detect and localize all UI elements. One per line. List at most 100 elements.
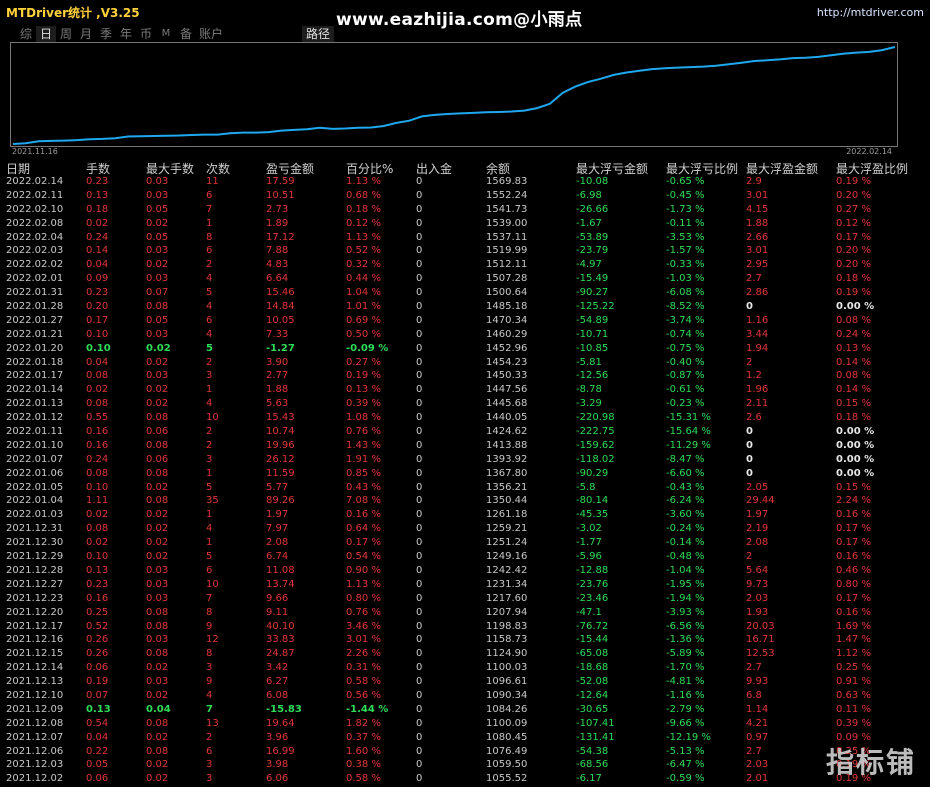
- table-cell: 7.88: [266, 245, 289, 257]
- table-cell: 2022.01.06: [6, 467, 64, 479]
- table-cell: 0: [416, 564, 423, 576]
- tab-1[interactable]: 日: [36, 26, 56, 42]
- table-row[interactable]: 2021.12.02 0.06 0.02 3 6.06 0.58 % 0 1055.52 -6.…: [0, 772, 930, 786]
- table-row[interactable]: 2022.01.20 0.10 0.02 5 -1.27 -0.09 % 0 1452.96 -…: [0, 342, 930, 356]
- table-cell: 2022.01.03: [6, 509, 64, 521]
- table-row[interactable]: 2022.02.04 0.24 0.05 8 17.12 1.13 % 0 1537.11 -5…: [0, 231, 930, 245]
- table-cell: 3.96: [266, 731, 289, 743]
- tab-0[interactable]: 综: [16, 26, 36, 42]
- table-cell: 0: [416, 273, 423, 285]
- table-cell: 0: [416, 759, 423, 771]
- table-row[interactable]: 2022.01.21 0.10 0.03 4 7.33 0.50 % 0 1460.29 -10…: [0, 328, 930, 342]
- table-row[interactable]: 2021.12.03 0.05 0.02 3 3.98 0.38 % 0 1059.50 -68…: [0, 758, 930, 772]
- table-row[interactable]: 2021.12.10 0.07 0.02 4 6.08 0.56 % 0 1090.34 -12…: [0, 689, 930, 703]
- table-cell: -4.97: [576, 259, 602, 271]
- table-row[interactable]: 2022.01.07 0.24 0.06 3 26.12 1.91 % 0 1393.92 -1…: [0, 453, 930, 467]
- table-cell: 1.2: [746, 370, 762, 382]
- table-row[interactable]: 2022.02.01 0.09 0.03 4 6.64 0.44 % 0 1507.28 -15…: [0, 272, 930, 286]
- table-cell: 0.04: [146, 703, 171, 715]
- table-cell: 0.23: [86, 287, 109, 299]
- table-cell: 1.01 %: [346, 301, 381, 313]
- table-cell: 0.06: [86, 773, 109, 785]
- table-cell: 0.17 %: [346, 537, 381, 549]
- table-row[interactable]: 2021.12.08 0.54 0.08 13 19.64 1.82 % 0 1100.09 -…: [0, 717, 930, 731]
- table-cell: 0.02: [86, 384, 109, 396]
- table-cell: 1076.49: [486, 745, 528, 757]
- table-row[interactable]: 2021.12.13 0.19 0.03 9 6.27 0.58 % 0 1096.61 -52…: [0, 675, 930, 689]
- table-row[interactable]: 2022.02.14 0.23 0.03 11 17.59 1.13 % 0 1569.83 -…: [0, 175, 930, 189]
- tab-4[interactable]: 季: [96, 26, 116, 42]
- table-row[interactable]: 2021.12.29 0.10 0.02 5 6.74 0.54 % 0 1249.16 -5.…: [0, 550, 930, 564]
- table-row[interactable]: 2022.02.03 0.14 0.03 6 7.88 0.52 % 0 1519.99 -23…: [0, 244, 930, 258]
- tab-9[interactable]: 账户: [196, 26, 226, 42]
- table-row[interactable]: 2022.01.11 0.16 0.06 2 10.74 0.76 % 0 1424.62 -2…: [0, 425, 930, 439]
- table-row[interactable]: 2022.01.03 0.02 0.02 1 1.97 0.16 % 0 1261.18 -45…: [0, 508, 930, 522]
- table-cell: -15.49: [576, 273, 609, 285]
- table-cell: 0.08: [146, 717, 169, 729]
- table-row[interactable]: 2022.02.08 0.02 0.02 1 1.89 0.12 % 0 1539.00 -1.…: [0, 217, 930, 231]
- table-cell: 0: [416, 370, 423, 382]
- table-row[interactable]: 2022.01.04 1.11 0.08 35 89.26 7.08 % 0 1350.44 -…: [0, 494, 930, 508]
- table-row[interactable]: 2022.01.13 0.08 0.02 4 5.63 0.39 % 0 1445.68 -3.…: [0, 397, 930, 411]
- table-row[interactable]: 2021.12.06 0.22 0.08 6 16.99 1.60 % 0 1076.49 -5…: [0, 745, 930, 759]
- table-cell: 0.17: [86, 314, 109, 326]
- table-row[interactable]: 2022.02.10 0.18 0.05 7 2.73 0.18 % 0 1541.73 -26…: [0, 203, 930, 217]
- tab-8[interactable]: 备: [176, 26, 196, 42]
- table-cell: 2.6: [746, 412, 762, 424]
- table-cell: 0: [416, 426, 423, 438]
- table-row[interactable]: 2022.01.18 0.04 0.02 2 3.90 0.27 % 0 1454.23 -5.…: [0, 356, 930, 370]
- table-cell: 2022.01.11: [6, 426, 64, 438]
- tab-5[interactable]: 年: [116, 26, 136, 42]
- table-row[interactable]: 2021.12.09 0.13 0.04 7 -15.83 -1.44 % 0 1084.26…: [0, 703, 930, 717]
- table-row[interactable]: 2021.12.15 0.26 0.08 8 24.87 2.26 % 0 1124.90 -6…: [0, 647, 930, 661]
- tab-2[interactable]: 周: [56, 26, 76, 42]
- table-cell: 1261.18: [486, 509, 528, 521]
- table-cell: 2021.12.06: [6, 745, 64, 757]
- table-cell: 1.88: [746, 217, 769, 229]
- table-row[interactable]: 2021.12.20 0.25 0.08 8 9.11 0.76 % 0 1207.94 -47…: [0, 606, 930, 620]
- table-row[interactable]: 2021.12.16 0.26 0.03 12 33.83 3.01 % 0 1158.73 -…: [0, 633, 930, 647]
- table-row[interactable]: 2022.01.17 0.08 0.03 3 2.77 0.19 % 0 1450.33 -12…: [0, 369, 930, 383]
- table-row[interactable]: 2021.12.31 0.08 0.02 4 7.97 0.64 % 0 1259.21 -3.…: [0, 522, 930, 536]
- table-cell: -12.88: [576, 564, 609, 576]
- table-row[interactable]: 2022.01.12 0.55 0.08 10 15.43 1.08 % 0 1440.05 -…: [0, 411, 930, 425]
- table-row[interactable]: 2021.12.28 0.13 0.03 6 11.08 0.90 % 0 1242.42 -1…: [0, 564, 930, 578]
- table-row[interactable]: 2022.01.05 0.10 0.02 5 5.77 0.43 % 0 1356.21 -5.…: [0, 481, 930, 495]
- table-cell: 9: [206, 620, 213, 632]
- table-cell: 3.90: [266, 356, 289, 368]
- table-cell: 6.74: [266, 551, 289, 563]
- table-row[interactable]: 2022.01.14 0.02 0.02 1 1.88 0.13 % 0 1447.56 -8.…: [0, 383, 930, 397]
- table-cell: 3: [206, 453, 213, 465]
- homepage-link[interactable]: http://mtdriver.com: [817, 6, 924, 19]
- table-cell: 0.10: [86, 481, 109, 493]
- table-row[interactable]: 2022.02.02 0.04 0.02 2 4.83 0.32 % 0 1512.11 -4.…: [0, 258, 930, 272]
- table-row[interactable]: 2022.01.28 0.20 0.08 4 14.84 1.01 % 0 1485.18 -1…: [0, 300, 930, 314]
- table-cell: 5.77: [266, 481, 289, 493]
- table-cell: 3.46 %: [346, 620, 381, 632]
- tab-6[interactable]: 币: [136, 26, 156, 42]
- table-row[interactable]: 2021.12.23 0.16 0.03 7 9.66 0.80 % 0 1217.60 -23…: [0, 592, 930, 606]
- table-row[interactable]: 2021.12.17 0.52 0.08 9 40.10 3.46 % 0 1198.83 -7…: [0, 620, 930, 634]
- table-row[interactable]: 2021.12.14 0.06 0.02 3 3.42 0.31 % 0 1100.03 -18…: [0, 661, 930, 675]
- table-row[interactable]: 2021.12.27 0.23 0.03 10 13.74 1.13 % 0 1231.34 -…: [0, 578, 930, 592]
- tab-3[interactable]: 月: [76, 26, 96, 42]
- table-cell: 0.52 %: [346, 245, 381, 257]
- table-cell: 11.08: [266, 564, 295, 576]
- table-row[interactable]: 2022.01.27 0.17 0.05 6 10.05 0.69 % 0 1470.34 -5…: [0, 314, 930, 328]
- table-row[interactable]: 2022.02.11 0.13 0.03 6 10.51 0.68 % 0 1552.24 -6…: [0, 189, 930, 203]
- table-cell: 12: [206, 634, 219, 646]
- table-cell: 1445.68: [486, 398, 528, 410]
- tab-7[interactable]: M: [156, 26, 176, 42]
- table-cell: 13: [206, 717, 219, 729]
- table-row[interactable]: 2021.12.30 0.02 0.02 1 2.08 0.17 % 0 1251.24 -1.…: [0, 536, 930, 550]
- table-row[interactable]: 2022.01.31 0.23 0.07 5 15.46 1.04 % 0 1500.64 -9…: [0, 286, 930, 300]
- table-cell: 0.02: [146, 384, 169, 396]
- table-cell: 2022.02.03: [6, 245, 64, 257]
- table-cell: 0: [416, 189, 423, 201]
- tab-path[interactable]: 路径: [302, 26, 335, 42]
- table-cell: -15.44: [576, 634, 609, 646]
- table-cell: 0.14 %: [836, 384, 871, 396]
- table-row[interactable]: 2022.01.10 0.16 0.08 2 19.96 1.43 % 0 1413.88 -1…: [0, 439, 930, 453]
- table-row[interactable]: 2022.01.06 0.08 0.08 1 11.59 0.85 % 0 1367.80 -9…: [0, 467, 930, 481]
- table-row[interactable]: 2021.12.07 0.04 0.02 2 3.96 0.37 % 0 1080.45 -13…: [0, 731, 930, 745]
